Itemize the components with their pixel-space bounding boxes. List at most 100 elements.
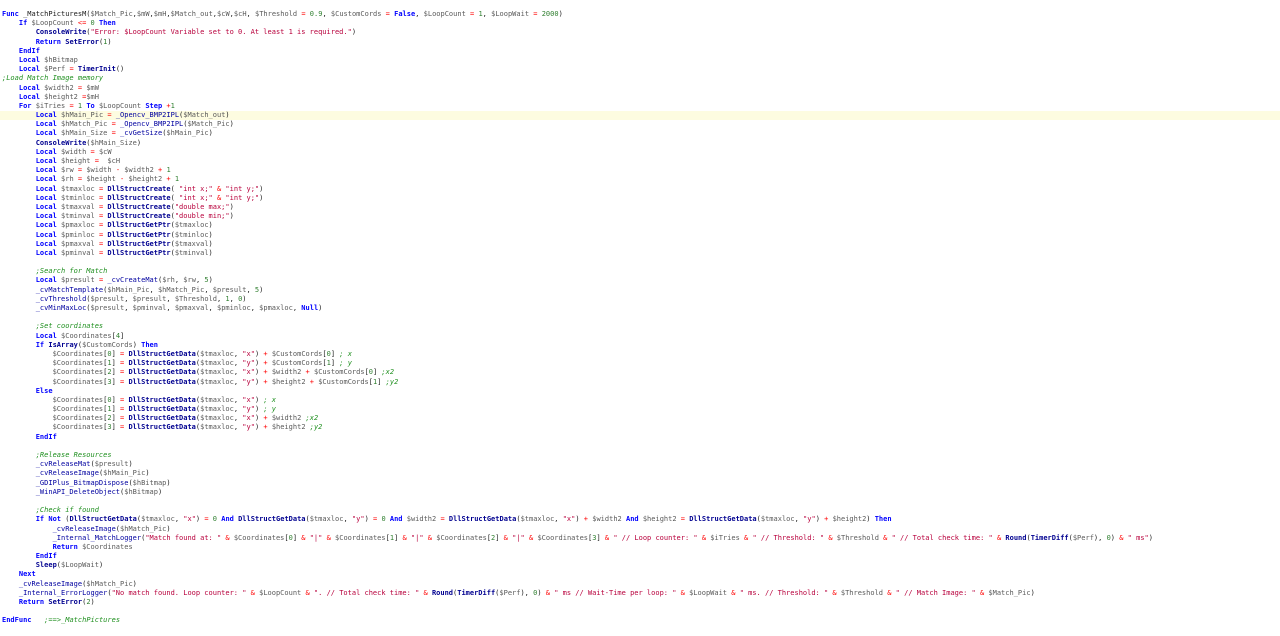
code-line[interactable]: Local $width2 = $mW — [0, 84, 1280, 93]
code-line[interactable]: Func _MatchPicturesM($Match_Pic, $mW, $mH,… — [0, 10, 1280, 19]
code-line[interactable]: Local $width = $cW — [0, 148, 1280, 157]
code-line[interactable]: Local $rh = $height - $height2 + 1 — [0, 175, 1280, 184]
code-token: "y" — [242, 377, 255, 386]
code-line[interactable]: $Coordinates[0] = DllStructGetData($tmax… — [0, 350, 1280, 359]
code-line[interactable]: If Not (DllStructGetData($tmaxloc, "x") … — [0, 515, 1280, 524]
code-line[interactable]: Local $Coordinates[4] — [0, 332, 1280, 341]
code-line[interactable]: EndIf — [0, 433, 1280, 442]
code-line[interactable]: If $LoopCount <= 0 Then — [0, 19, 1280, 28]
code-line[interactable] — [0, 313, 1280, 322]
code-line[interactable]: Local $tmaxloc = DllStructCreate( "int x… — [0, 185, 1280, 194]
code-line[interactable]: Else — [0, 387, 1280, 396]
code-line[interactable]: ;Release Resources — [0, 451, 1280, 460]
code-line[interactable]: Local $tminval = DllStructCreate("double… — [0, 212, 1280, 221]
code-line[interactable]: _cvMinMaxLoc($presult, $pminval, $pmaxva… — [0, 304, 1280, 313]
code-line[interactable]: Sleep($LoopWait) — [0, 561, 1280, 570]
code-token: And — [621, 515, 643, 524]
code-line[interactable]: EndIf — [0, 47, 1280, 56]
code-line[interactable]: Next — [0, 570, 1280, 579]
code-token: $width2 — [406, 515, 437, 524]
code-editor[interactable]: Func _MatchPicturesM($Match_Pic,$mW,$mH,… — [0, 0, 1280, 636]
code-token: $Coordinates — [52, 405, 104, 414]
code-line[interactable]: ;Search for Match — [0, 267, 1280, 276]
code-line[interactable]: Local $height2 =$mH — [0, 93, 1280, 102]
code-token: DllStructGetData — [128, 405, 196, 414]
code-line[interactable]: Local $pmaxval = DllStructGetPtr($tmaxva… — [0, 240, 1280, 249]
code-line[interactable]: Local $pmaxloc = DllStructGetPtr($tmaxlo… — [0, 221, 1280, 230]
code-token: = — [115, 414, 129, 423]
code-line[interactable]: _cvReleaseImage($hMatch_Pic) — [0, 525, 1280, 534]
code-line[interactable]: $Coordinates[1] = DllStructGetData($tmax… — [0, 359, 1280, 368]
code-token: $rh — [162, 276, 175, 285]
code-line[interactable]: ConsoleWrite("Error: $LoopCount Variable… — [0, 28, 1280, 37]
code-line[interactable]: Local $hBitmap — [0, 56, 1280, 65]
code-line[interactable]: _cvReleaseMat($presult) — [0, 460, 1280, 469]
code-token: _MatchPicturesM( — [23, 10, 91, 18]
code-line[interactable] — [0, 258, 1280, 267]
code-token: ) — [208, 221, 213, 230]
code-line[interactable]: $Coordinates[1] = DllStructGetData($tmax… — [0, 405, 1280, 414]
code-line[interactable]: _cvReleaseImage($hMatch_Pic) — [0, 580, 1280, 589]
code-line[interactable]: _WinAPI_DeleteObject($hBitmap) — [0, 488, 1280, 497]
code-token: ) — [229, 202, 234, 211]
code-line[interactable]: Local $hMain_Pic = _Opencv_BMP2IPL($Matc… — [0, 111, 1280, 121]
code-line[interactable]: If IsArray($CustomCords) Then — [0, 341, 1280, 350]
code-token: $mW — [86, 83, 99, 92]
code-line[interactable]: _cvThreshold($presult, $presult, $Thresh… — [0, 295, 1280, 304]
code-line[interactable]: EndFunc ;==>_MatchPictures — [0, 616, 1280, 625]
code-line[interactable]: For $iTries = 1 To $LoopCount Step +1 — [0, 102, 1280, 111]
code-token: "|" — [410, 533, 424, 542]
code-line[interactable]: Local $presult = _cvCreateMat($rh, $rw, … — [0, 276, 1280, 285]
code-line[interactable]: ;Set coordinates — [0, 322, 1280, 331]
code-line[interactable]: _GDIPlus_BitmapDispose($hBitmap) — [0, 479, 1280, 488]
code-token: $height2 — [832, 515, 867, 524]
code-line[interactable]: $Coordinates[0] = DllStructGetData($tmax… — [0, 396, 1280, 405]
code-line[interactable]: ConsoleWrite($hMain_Size) — [0, 139, 1280, 148]
code-line[interactable]: Return $Coordinates — [0, 543, 1280, 552]
code-line[interactable] — [0, 442, 1280, 451]
code-token: $Threshold — [840, 588, 884, 597]
code-line[interactable]: Local $tminloc = DllStructCreate( "int x… — [0, 194, 1280, 203]
code-line[interactable]: Local $pminloc = DllStructGetPtr($tminlo… — [0, 231, 1280, 240]
code-line[interactable]: $Coordinates[2] = DllStructGetData($tmax… — [0, 368, 1280, 377]
code-line[interactable]: Local $pminval = DllStructGetPtr($tminva… — [0, 249, 1280, 258]
code-line[interactable]: EndIf — [0, 552, 1280, 561]
code-line[interactable]: _Internal_MatchLogger("Match found at: "… — [0, 534, 1280, 543]
code-line[interactable]: Local $tmaxval = DllStructCreate("double… — [0, 203, 1280, 212]
code-line[interactable]: $Coordinates[3] = DllStructGetData($tmax… — [0, 423, 1280, 432]
code-line[interactable]: _cvMatchTemplate($hMain_Pic, $hMatch_Pic… — [0, 286, 1280, 295]
code-line[interactable]: Local $height = $cH — [0, 157, 1280, 166]
code-token: ) — [166, 524, 171, 533]
code-line[interactable]: ;Load Match Image memory — [0, 74, 1280, 83]
code-line[interactable]: Return SetError(1) — [0, 38, 1280, 47]
code-line[interactable]: _Internal_ErrorLogger("No match found. L… — [0, 589, 1280, 598]
code-line[interactable]: $Coordinates[3] = DllStructGetData($tmax… — [0, 378, 1280, 387]
code-line[interactable]: $Coordinates[2] = DllStructGetData($tmax… — [0, 414, 1280, 423]
code-token: EndIf — [35, 432, 57, 441]
code-token: ) — [145, 469, 150, 478]
code-token: ) — [558, 10, 563, 18]
code-lines[interactable]: Func _MatchPicturesM($Match_Pic,$mW,$mH,… — [0, 10, 1280, 626]
code-token: = — [73, 83, 87, 92]
code-line[interactable]: Local $Perf = TimerInit() — [0, 65, 1280, 74]
code-token: $LoopWait — [61, 561, 99, 570]
code-line[interactable] — [0, 607, 1280, 616]
code-token: $width2 — [271, 368, 302, 377]
code-line[interactable] — [0, 497, 1280, 506]
code-line[interactable]: Return SetError(2) — [0, 598, 1280, 607]
code-line[interactable]: ;Check if found — [0, 506, 1280, 515]
code-token: ( — [170, 193, 180, 202]
code-line[interactable]: Local $hMain_Size = _cvGetSize($hMain_Pi… — [0, 129, 1280, 138]
code-token: $hBitmap — [44, 55, 78, 64]
code-line[interactable]: Local $hMatch_Pic = _Opencv_BMP2IPL($Mat… — [0, 120, 1280, 129]
code-token: Local — [35, 129, 62, 138]
code-line[interactable]: _cvReleaseImage($hMain_Pic) — [0, 469, 1280, 478]
code-line[interactable]: Local $rw = $width - $width2 + 1 — [0, 166, 1280, 175]
